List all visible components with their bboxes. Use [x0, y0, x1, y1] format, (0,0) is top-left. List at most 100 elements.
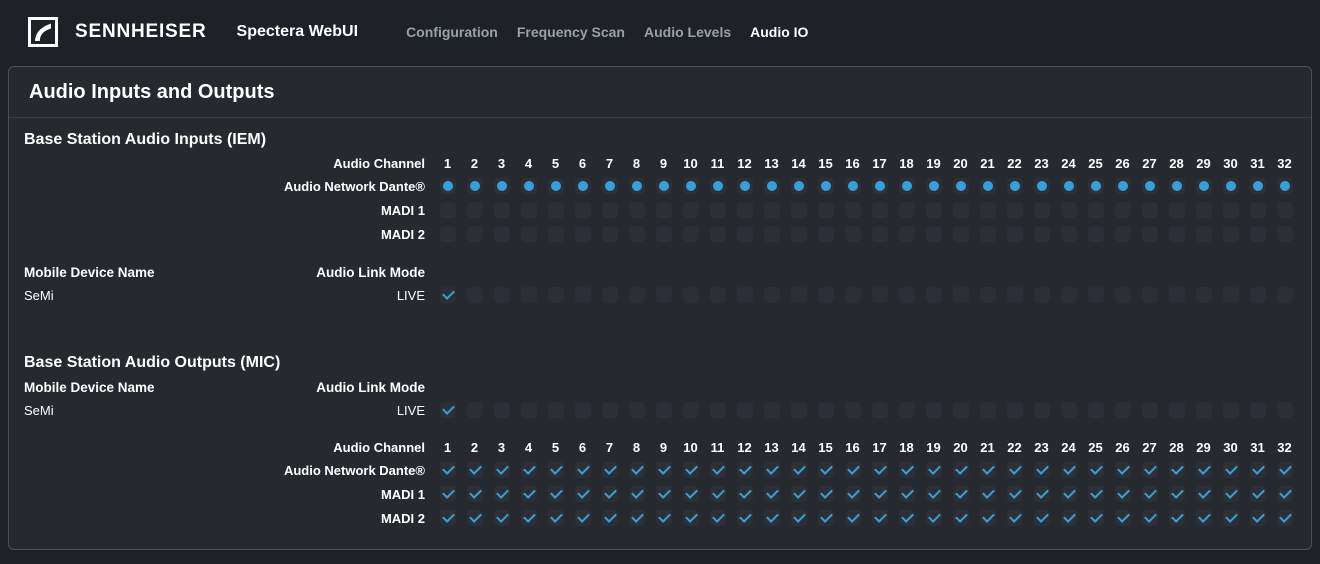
checkbox-checked[interactable] [629, 510, 645, 526]
checkbox-checked[interactable] [737, 462, 753, 478]
checkbox-checked[interactable] [953, 486, 969, 502]
checkbox-unchecked[interactable] [521, 287, 537, 303]
radio-unselected[interactable] [818, 202, 834, 218]
checkbox-unchecked[interactable] [1223, 287, 1239, 303]
checkbox-unchecked[interactable] [980, 402, 996, 418]
checkbox-unchecked[interactable] [575, 287, 591, 303]
radio-selected[interactable] [575, 178, 591, 194]
checkbox-checked[interactable] [710, 486, 726, 502]
radio-unselected[interactable] [629, 202, 645, 218]
radio-unselected[interactable] [440, 226, 456, 242]
checkbox-checked[interactable] [440, 486, 456, 502]
radio-selected[interactable] [656, 178, 672, 194]
radio-unselected[interactable] [629, 226, 645, 242]
checkbox-unchecked[interactable] [548, 287, 564, 303]
checkbox-checked[interactable] [1007, 486, 1023, 502]
radio-unselected[interactable] [1223, 202, 1239, 218]
checkbox-checked[interactable] [494, 486, 510, 502]
checkbox-checked[interactable] [926, 486, 942, 502]
checkbox-checked[interactable] [845, 462, 861, 478]
checkbox-checked[interactable] [602, 486, 618, 502]
checkbox-checked[interactable] [575, 510, 591, 526]
checkbox-checked[interactable] [1196, 510, 1212, 526]
radio-selected[interactable] [1196, 178, 1212, 194]
checkbox-checked[interactable] [1277, 462, 1293, 478]
radio-unselected[interactable] [521, 226, 537, 242]
checkbox-unchecked[interactable] [467, 287, 483, 303]
checkbox-checked[interactable] [764, 510, 780, 526]
checkbox-checked[interactable] [494, 462, 510, 478]
radio-unselected[interactable] [602, 226, 618, 242]
radio-selected[interactable] [845, 178, 861, 194]
checkbox-checked[interactable] [575, 462, 591, 478]
checkbox-unchecked[interactable] [494, 287, 510, 303]
checkbox-checked[interactable] [1142, 462, 1158, 478]
checkbox-checked[interactable] [1223, 510, 1239, 526]
radio-unselected[interactable] [1196, 202, 1212, 218]
checkbox-checked[interactable] [1115, 510, 1131, 526]
checkbox-unchecked[interactable] [1061, 287, 1077, 303]
radio-unselected[interactable] [467, 202, 483, 218]
radio-selected[interactable] [548, 178, 564, 194]
checkbox-unchecked[interactable] [1142, 402, 1158, 418]
checkbox-checked[interactable] [980, 510, 996, 526]
checkbox-checked[interactable] [1142, 486, 1158, 502]
radio-unselected[interactable] [926, 202, 942, 218]
radio-unselected[interactable] [791, 226, 807, 242]
checkbox-unchecked[interactable] [1169, 287, 1185, 303]
checkbox-unchecked[interactable] [926, 402, 942, 418]
checkbox-unchecked[interactable] [737, 402, 753, 418]
radio-unselected[interactable] [1007, 226, 1023, 242]
radio-selected[interactable] [1115, 178, 1131, 194]
radio-unselected[interactable] [980, 226, 996, 242]
radio-selected[interactable] [1223, 178, 1239, 194]
checkbox-unchecked[interactable] [1115, 287, 1131, 303]
checkbox-checked[interactable] [656, 462, 672, 478]
checkbox-checked[interactable] [764, 486, 780, 502]
checkbox-unchecked[interactable] [845, 402, 861, 418]
checkbox-unchecked[interactable] [899, 287, 915, 303]
checkbox-checked[interactable] [440, 402, 456, 418]
radio-unselected[interactable] [1142, 202, 1158, 218]
radio-selected[interactable] [1142, 178, 1158, 194]
checkbox-checked[interactable] [440, 287, 456, 303]
checkbox-checked[interactable] [926, 510, 942, 526]
checkbox-checked[interactable] [1169, 510, 1185, 526]
checkbox-unchecked[interactable] [764, 402, 780, 418]
checkbox-checked[interactable] [1169, 462, 1185, 478]
checkbox-unchecked[interactable] [1169, 402, 1185, 418]
checkbox-checked[interactable] [1250, 462, 1266, 478]
checkbox-checked[interactable] [710, 510, 726, 526]
checkbox-unchecked[interactable] [1034, 402, 1050, 418]
radio-unselected[interactable] [467, 226, 483, 242]
checkbox-unchecked[interactable] [1115, 402, 1131, 418]
checkbox-unchecked[interactable] [872, 402, 888, 418]
radio-unselected[interactable] [710, 202, 726, 218]
checkbox-unchecked[interactable] [1007, 402, 1023, 418]
checkbox-checked[interactable] [1061, 486, 1077, 502]
radio-unselected[interactable] [1088, 202, 1104, 218]
radio-selected[interactable] [926, 178, 942, 194]
checkbox-unchecked[interactable] [710, 287, 726, 303]
checkbox-checked[interactable] [1223, 462, 1239, 478]
radio-unselected[interactable] [1223, 226, 1239, 242]
checkbox-checked[interactable] [845, 510, 861, 526]
radio-unselected[interactable] [1115, 226, 1131, 242]
radio-unselected[interactable] [494, 226, 510, 242]
radio-unselected[interactable] [683, 202, 699, 218]
radio-unselected[interactable] [899, 226, 915, 242]
checkbox-unchecked[interactable] [1061, 402, 1077, 418]
radio-selected[interactable] [953, 178, 969, 194]
checkbox-checked[interactable] [467, 486, 483, 502]
checkbox-checked[interactable] [629, 462, 645, 478]
checkbox-checked[interactable] [1196, 462, 1212, 478]
checkbox-checked[interactable] [521, 462, 537, 478]
checkbox-checked[interactable] [1034, 510, 1050, 526]
checkbox-checked[interactable] [629, 486, 645, 502]
checkbox-checked[interactable] [737, 510, 753, 526]
checkbox-unchecked[interactable] [818, 402, 834, 418]
radio-unselected[interactable] [872, 226, 888, 242]
radio-selected[interactable] [791, 178, 807, 194]
radio-unselected[interactable] [1115, 202, 1131, 218]
checkbox-unchecked[interactable] [899, 402, 915, 418]
